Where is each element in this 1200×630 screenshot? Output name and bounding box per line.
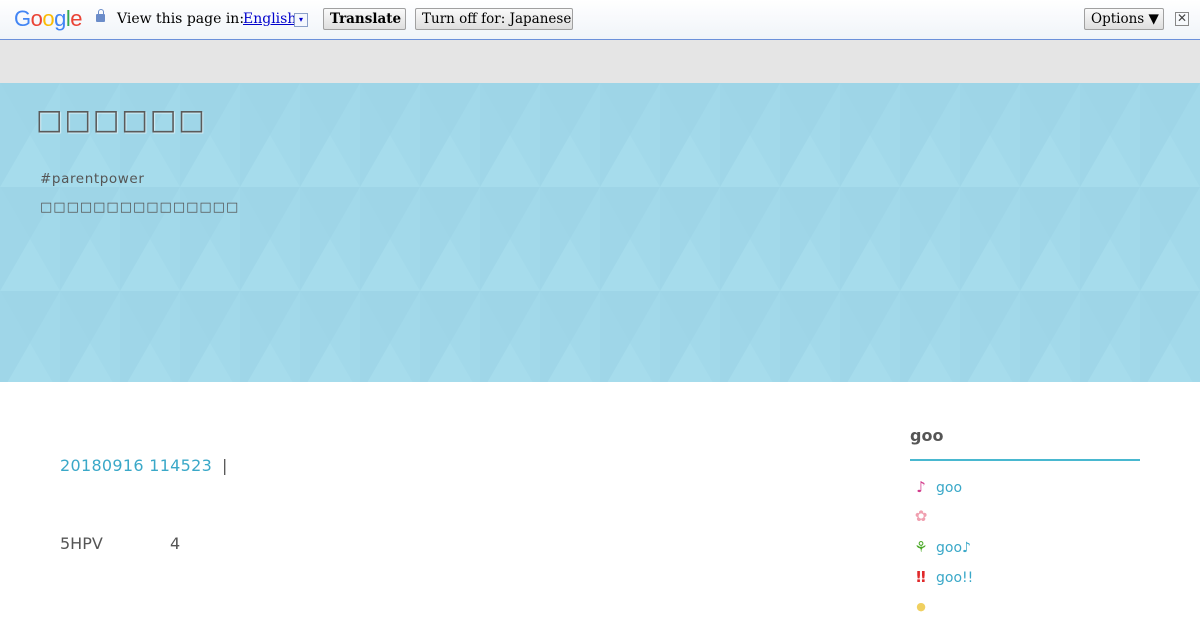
site-header: □□□□□□ #parentpower □□□□□□□□□□□□□□□ (0, 83, 1200, 382)
translate-button[interactable]: Translate (323, 8, 406, 30)
sidebar-title: goo (910, 426, 944, 445)
translate-bar: Google View this page in: English ▾ Tran… (0, 0, 1200, 40)
close-icon[interactable]: ✕ (1175, 12, 1189, 26)
language-select[interactable]: English (243, 11, 296, 27)
sidebar-item-label[interactable]: goo!! (936, 570, 973, 586)
music-note-icon: ♪ (916, 478, 926, 496)
sidebar-item[interactable]: ● (910, 598, 1140, 620)
site-title[interactable]: □□□□□□ (36, 103, 207, 136)
post-body-text: 5HPV (60, 534, 103, 553)
post-body: 5HPV 4 (60, 534, 180, 553)
translate-label: View this page in: (117, 11, 245, 27)
sidebar-item[interactable]: ♪ goo (910, 478, 1140, 500)
chevron-down-icon[interactable]: ▾ (294, 13, 308, 27)
sidebar-item[interactable]: ✿ (910, 507, 1140, 529)
post-separator: | (222, 456, 228, 475)
double-exclamation-icon: ‼ (916, 568, 926, 586)
lock-icon (96, 9, 105, 22)
sidebar-divider (910, 459, 1140, 461)
sidebar-item[interactable]: ‼ goo!! (910, 568, 1140, 590)
google-logo: Google (14, 6, 83, 31)
turn-off-button[interactable]: Turn off for: Japanese (415, 8, 573, 30)
lightbulb-icon: ● (916, 600, 926, 613)
options-button[interactable]: Options ▼ (1084, 8, 1164, 30)
site-tagline: #parentpower (40, 171, 145, 187)
flower-icon: ✿ (914, 507, 928, 525)
top-strip (0, 40, 1200, 83)
site-subtitle: □□□□□□□□□□□□□□□ (40, 200, 240, 215)
sidebar-item[interactable]: ⚘ goo♪ (910, 538, 1140, 560)
post-date-link[interactable]: 20180916 114523 (60, 456, 212, 475)
post-body-number: 4 (170, 534, 181, 553)
sidebar-item-label[interactable]: goo (936, 480, 962, 496)
sidebar-item-label[interactable]: goo♪ (936, 540, 971, 556)
sprout-icon: ⚘ (914, 538, 928, 556)
